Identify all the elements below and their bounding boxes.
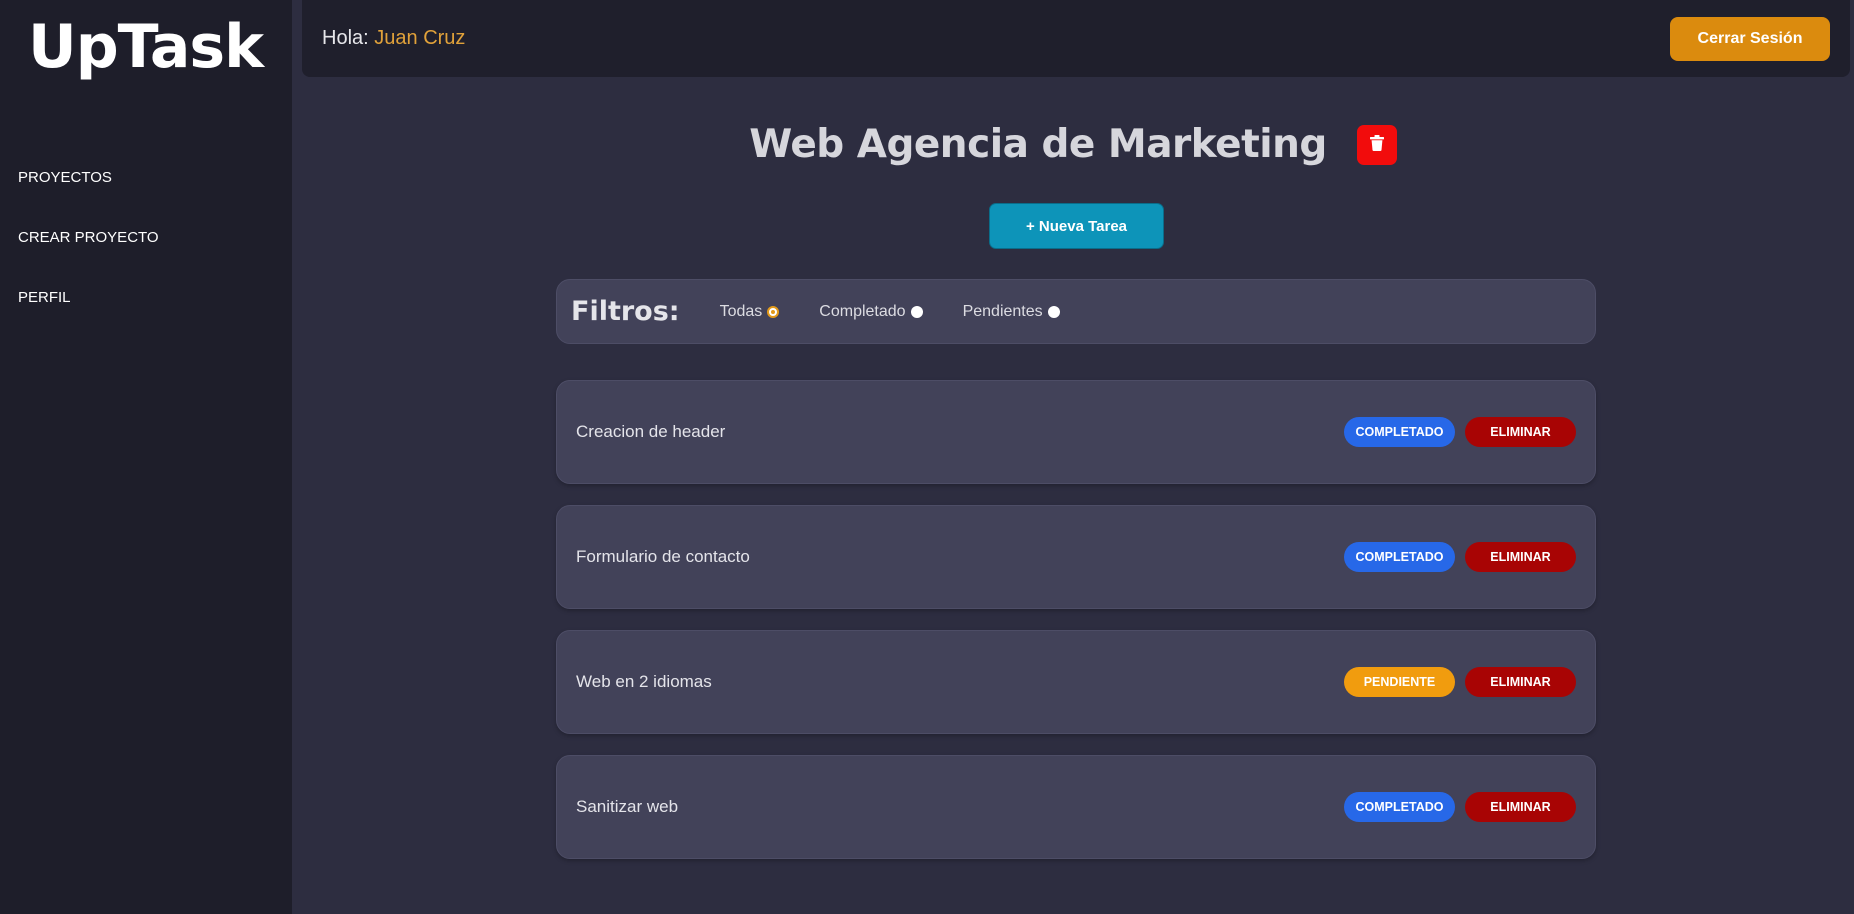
user-name: Juan Cruz xyxy=(374,27,466,49)
trash-icon xyxy=(1369,135,1384,154)
greeting: Hola: Juan Cruz xyxy=(322,27,465,50)
task-status-button[interactable]: PENDIENTE xyxy=(1344,667,1455,697)
filter-pendientes[interactable]: Pendientes xyxy=(963,303,1060,321)
greeting-label: Hola: xyxy=(322,27,369,49)
task-card: Sanitizar web COMPLETADO ELIMINAR xyxy=(556,755,1596,859)
filter-todas-label: Todas xyxy=(719,302,763,320)
sidebar-item-proyectos[interactable]: PROYECTOS xyxy=(18,166,159,226)
filter-pendientes-radio[interactable] xyxy=(1047,305,1060,318)
task-delete-button[interactable]: ELIMINAR xyxy=(1465,542,1576,572)
logout-button[interactable]: Cerrar Sesión xyxy=(1670,16,1830,61)
task-name: Web en 2 idiomas xyxy=(576,672,712,691)
sidebar-item-perfil[interactable]: PERFIL xyxy=(18,286,159,346)
sidebar-nav: PROYECTOS CREAR PROYECTO PERFIL xyxy=(18,166,159,346)
filter-pendientes-label: Pendientes xyxy=(962,302,1043,320)
top-bar: Hola: Juan Cruz Cerrar Sesión xyxy=(302,0,1850,77)
filter-completado[interactable]: Completado xyxy=(819,302,923,321)
task-name: Creacion de header xyxy=(576,422,726,441)
task-status-button[interactable]: COMPLETADO xyxy=(1344,542,1455,572)
filter-completado-label: Completado xyxy=(819,302,906,320)
task-actions: COMPLETADO ELIMINAR xyxy=(1344,417,1576,447)
task-card: Web en 2 idiomas PENDIENTE ELIMINAR xyxy=(556,630,1596,734)
filter-todas-radio[interactable] xyxy=(767,305,780,318)
app: UpTask PROYECTOS CREAR PROYECTO PERFIL H… xyxy=(0,0,1854,914)
task-card: Formulario de contacto COMPLETADO ELIMIN… xyxy=(556,505,1596,609)
sidebar-item-crear-proyecto[interactable]: CREAR PROYECTO xyxy=(18,226,159,286)
task-delete-button[interactable]: ELIMINAR xyxy=(1465,792,1576,822)
task-card: Creacion de header COMPLETADO ELIMINAR xyxy=(556,380,1596,484)
task-list: Creacion de header COMPLETADO ELIMINAR F… xyxy=(556,380,1596,880)
filter-completado-radio[interactable] xyxy=(910,305,923,318)
main-content: Hola: Juan Cruz Cerrar Sesión Web Agenci… xyxy=(292,0,1854,914)
task-status-button[interactable]: COMPLETADO xyxy=(1344,417,1455,447)
task-name: Sanitizar web xyxy=(576,797,679,816)
task-status-button[interactable]: COMPLETADO xyxy=(1344,792,1455,822)
task-delete-button[interactable]: ELIMINAR xyxy=(1465,417,1576,447)
task-name: Formulario de contacto xyxy=(576,547,750,566)
filters-bar: Filtros: Todas Completado Pendientes xyxy=(556,279,1596,344)
new-task-button[interactable]: + Nueva Tarea xyxy=(989,203,1164,249)
app-logo[interactable]: UpTask xyxy=(28,12,264,82)
page-title: Web Agencia de Marketing xyxy=(749,122,1327,167)
task-delete-button[interactable]: ELIMINAR xyxy=(1465,667,1576,697)
task-actions: COMPLETADO ELIMINAR xyxy=(1344,792,1576,822)
task-actions: COMPLETADO ELIMINAR xyxy=(1344,542,1576,572)
delete-project-button[interactable] xyxy=(1356,124,1397,165)
filter-todas[interactable]: Todas xyxy=(720,303,780,321)
filters-label: Filtros: xyxy=(571,296,680,327)
task-actions: PENDIENTE ELIMINAR xyxy=(1344,667,1576,697)
project-header: Web Agencia de Marketing xyxy=(292,122,1854,167)
sidebar: UpTask PROYECTOS CREAR PROYECTO PERFIL xyxy=(0,0,292,914)
